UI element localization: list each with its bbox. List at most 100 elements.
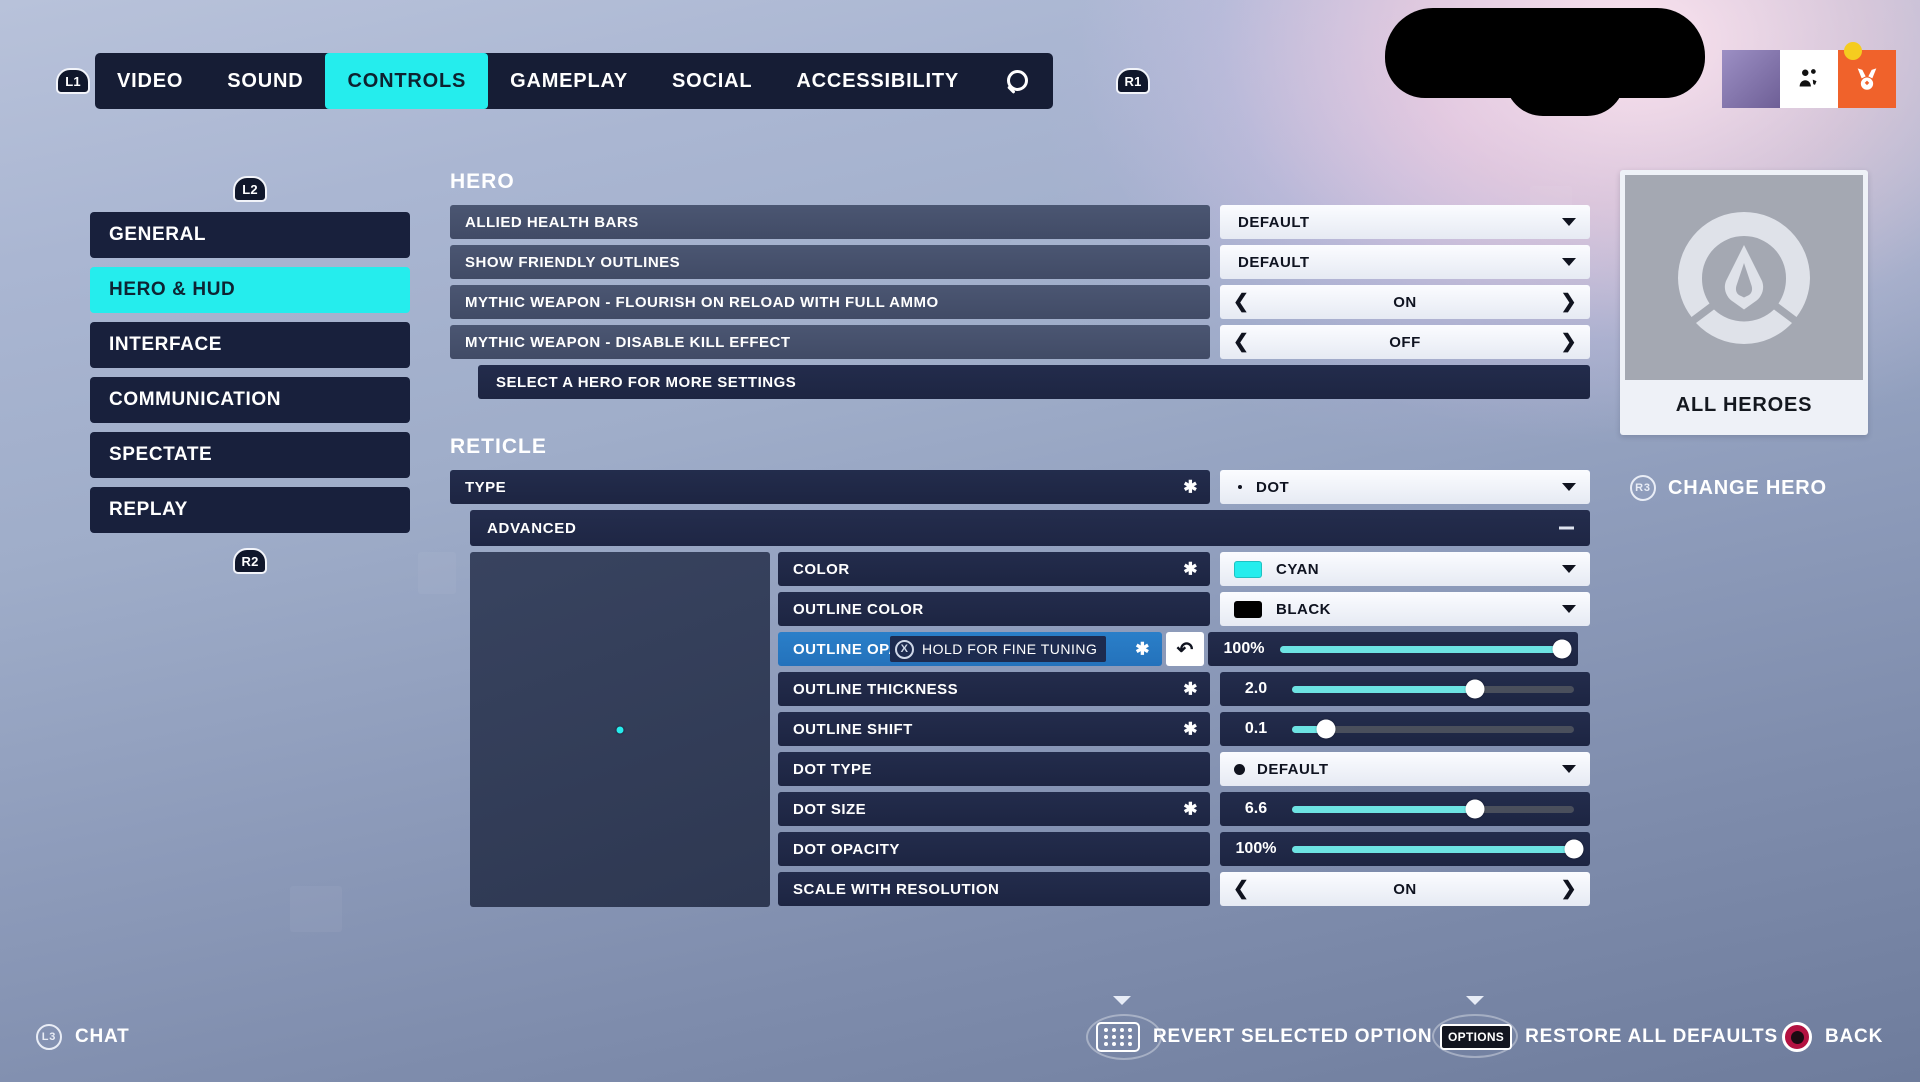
advanced-group-header[interactable]: ADVANCED [470,510,1590,546]
tab-accessibility[interactable]: ACCESSIBILITY [774,53,981,109]
revert-selected-option-action[interactable]: REVERT SELECTED OPTION [1096,1022,1432,1052]
show-friendly-outlines-dropdown[interactable]: DEFAULT [1220,245,1590,279]
row-label-text: DOT SIZE [793,800,867,818]
row-label-text: OUTLINE SHIFT [793,720,913,738]
sidebar-item-spectate[interactable]: SPECTATE [90,432,410,478]
row-dot-opacity[interactable]: DOT OPACITY 100% [778,832,1590,866]
slider-track[interactable] [1292,679,1574,699]
chat-action[interactable]: L3 CHAT [36,1024,130,1050]
row-show-friendly-outlines[interactable]: SHOW FRIENDLY OUTLINES DEFAULT [450,245,1590,279]
challenge-notification-badge [1844,42,1862,60]
top-right-tiles [1722,50,1896,108]
outline-color-dropdown[interactable]: BLACK [1220,592,1590,626]
reticle-type-dropdown[interactable]: DOT [1220,470,1590,504]
reticle-color-dropdown[interactable]: CYAN [1220,552,1590,586]
slider-knob[interactable] [1564,839,1584,859]
chevron-down-icon [1113,996,1131,1005]
hero-name: ALL HEROES [1675,393,1813,416]
slider-knob[interactable] [1465,679,1485,699]
outline-opacity-slider[interactable]: 100% [1208,632,1578,666]
slider-fill [1292,845,1574,853]
sidebar-item-general[interactable]: GENERAL [90,212,410,258]
revert-option-button[interactable]: ↶ [1166,632,1204,666]
bg-block [290,886,342,932]
mythic-disable-kill-effect-stepper[interactable]: ❮ OFF ❯ [1220,325,1590,359]
dot-opacity-slider[interactable]: 100% [1220,832,1590,866]
row-dot-size[interactable]: DOT SIZE ✱ 6.6 [778,792,1590,826]
row-dot-type[interactable]: DOT TYPE DEFAULT [778,752,1590,786]
settings-screen: L1 R1 VIDEO SOUND CONTROLS GAMEPLAY SOCI… [0,0,1920,1082]
r3-stick-icon: R3 [1630,475,1656,501]
select-hero-note[interactable]: SELECT A HERO FOR MORE SETTINGS [478,365,1590,399]
back-action[interactable]: BACK [1782,1022,1883,1052]
social-button[interactable] [1780,50,1838,108]
tab-social[interactable]: SOCIAL [650,53,774,109]
row-label: DOT TYPE [778,752,1210,786]
slider-track[interactable] [1280,639,1572,659]
row-reticle-color[interactable]: COLOR ✱ CYAN [778,552,1590,586]
chevron-down-icon [1562,483,1576,491]
touchpad-button-icon [1096,1022,1140,1052]
sidebar-item-interface[interactable]: INTERFACE [90,322,410,368]
dot-size-slider[interactable]: 6.6 [1220,792,1590,826]
chevron-left-icon[interactable]: ❮ [1233,331,1249,354]
stepper-value: OFF [1389,333,1421,351]
sidebar-item-hero-and-hud[interactable]: HERO & HUD [90,267,410,313]
slider-track[interactable] [1292,719,1574,739]
chevron-left-icon[interactable]: ❮ [1233,878,1249,901]
tab-video[interactable]: VIDEO [95,53,205,109]
scale-with-resolution-stepper[interactable]: ❮ ON ❯ [1220,872,1590,906]
chevron-left-icon[interactable]: ❮ [1233,291,1249,314]
chevron-right-icon[interactable]: ❯ [1561,878,1577,901]
modified-star-icon: ✱ [1183,799,1198,819]
search-button[interactable] [981,53,1053,109]
allied-health-bars-dropdown[interactable]: DEFAULT [1220,205,1590,239]
chevron-right-icon[interactable]: ❯ [1561,291,1577,314]
tab-sound[interactable]: SOUND [205,53,325,109]
challenges-button[interactable] [1838,50,1896,108]
row-outline-shift[interactable]: OUTLINE SHIFT ✱ 0.1 [778,712,1590,746]
slider-knob[interactable] [1465,799,1485,819]
slider-fill [1280,645,1562,653]
slider-track[interactable] [1292,799,1574,819]
bumper-r2-badge: R2 [233,548,267,574]
sidebar-item-replay[interactable]: REPLAY [90,487,410,533]
bumper-r1-badge: R1 [1116,68,1150,94]
row-allied-health-bars[interactable]: ALLIED HEALTH BARS DEFAULT [450,205,1590,239]
slider-value: 100% [1235,840,1277,857]
row-mythic-flourish-on-reload[interactable]: MYTHIC WEAPON - FLOURISH ON RELOAD WITH … [450,285,1590,319]
chevron-down-icon [1562,765,1576,773]
outline-thickness-slider[interactable]: 2.0 [1220,672,1590,706]
slider-knob[interactable] [1552,639,1572,659]
change-hero-button[interactable]: R3 CHANGE HERO [1630,475,1827,501]
tab-gameplay[interactable]: GAMEPLAY [488,53,650,109]
outline-shift-slider[interactable]: 0.1 [1220,712,1590,746]
row-outline-opacity[interactable]: OUTLINE OPACITY X HOLD FOR FINE TUNING ✱… [778,632,1590,666]
slider-track[interactable] [1292,839,1584,859]
chevron-right-icon[interactable]: ❯ [1561,331,1577,354]
row-reticle-type[interactable]: TYPE ✱ DOT [450,470,1590,504]
restore-all-defaults-action[interactable]: OPTIONS RESTORE ALL DEFAULTS [1440,1024,1778,1050]
minus-icon[interactable] [1559,526,1574,530]
dropdown-value: BLACK [1276,600,1331,618]
modified-star-icon: ✱ [1183,559,1198,579]
social-group-icon [1799,69,1817,87]
tab-controls[interactable]: CONTROLS [325,53,489,109]
row-mythic-disable-kill-effect[interactable]: MYTHIC WEAPON - DISABLE KILL EFFECT ❮ OF… [450,325,1590,359]
row-outline-color[interactable]: OUTLINE COLOR BLACK [778,592,1590,626]
dot-type-dropdown[interactable]: DEFAULT [1220,752,1590,786]
row-label: DOT SIZE ✱ [778,792,1210,826]
player-banner-tile[interactable] [1722,50,1780,108]
row-scale-with-resolution[interactable]: SCALE WITH RESOLUTION ❮ ON ❯ [778,872,1590,906]
row-label: ALLIED HEALTH BARS [450,205,1210,239]
sidebar-item-communication[interactable]: COMMUNICATION [90,377,410,423]
slider-knob[interactable] [1316,719,1336,739]
row-label: OUTLINE SHIFT ✱ [778,712,1210,746]
bottom-action-bar: L3 CHAT REVERT SELECTED OPTION OPTIONS R… [0,996,1920,1082]
bumper-l1-badge: L1 [56,68,90,94]
row-outline-thickness[interactable]: OUTLINE THICKNESS ✱ 2.0 [778,672,1590,706]
hero-portrait [1625,175,1863,380]
mythic-flourish-stepper[interactable]: ❮ ON ❯ [1220,285,1590,319]
hero-card[interactable]: ALL HEROES [1620,170,1868,435]
chevron-down-icon [1562,565,1576,573]
